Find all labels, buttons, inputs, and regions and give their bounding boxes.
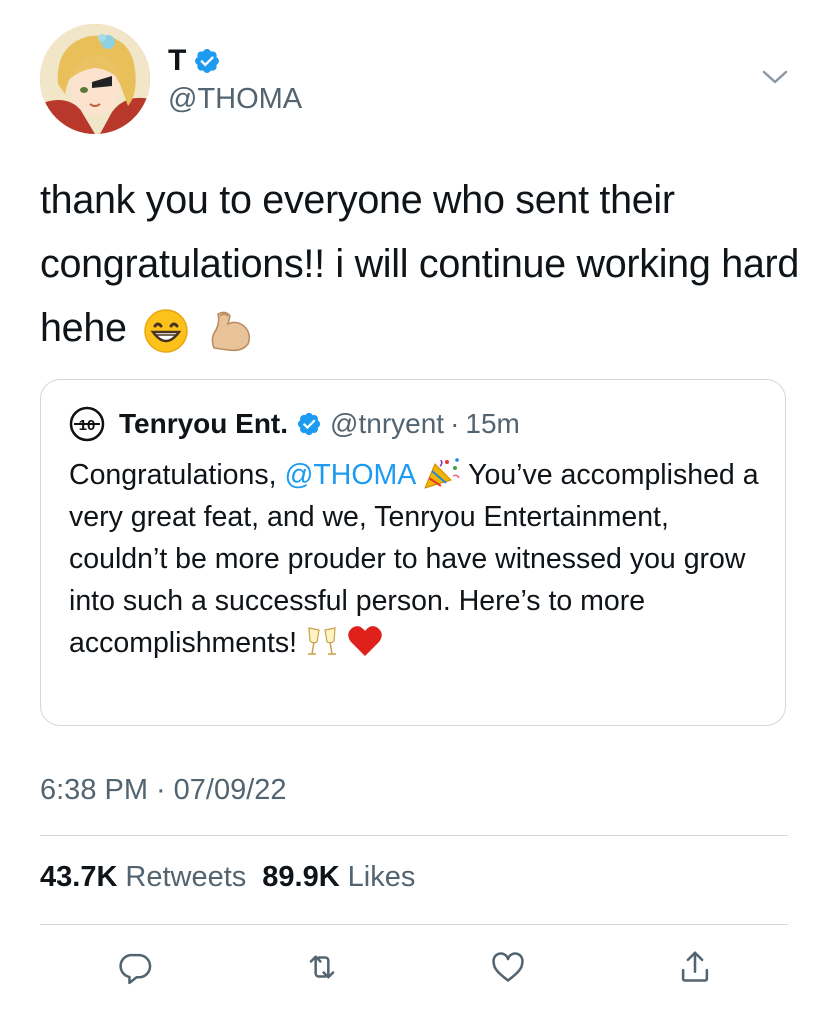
likes-label: Likes — [347, 861, 416, 893]
tweet-text: thank you to everyone who sent their con… — [40, 168, 800, 360]
retweet-icon — [309, 955, 335, 979]
chevron-down-icon[interactable] — [762, 68, 788, 86]
tweet-date: 07/09/22 — [173, 774, 287, 806]
avatar[interactable] — [40, 24, 150, 134]
retweets-stat[interactable]: 43.7K Retweets — [40, 861, 262, 893]
reply-icon — [119, 953, 152, 985]
author-handle[interactable]: @THOMA — [168, 83, 302, 116]
flexed-biceps-emoji — [211, 311, 251, 351]
tweet-timestamp: 6:38 PM · 07/09/22 — [40, 774, 287, 807]
party-popper-emoji — [423, 458, 460, 489]
anime-character-avatar — [40, 24, 150, 134]
quoted-handle[interactable]: @tnryent — [330, 408, 444, 440]
share-button[interactable] — [673, 945, 717, 989]
quoted-tweet-card[interactable]: 10 Tenryou Ent. @tnryent · 15m Congratul… — [40, 379, 786, 726]
like-button[interactable] — [486, 945, 530, 989]
timestamp-separator: · — [156, 774, 166, 806]
svg-text:10: 10 — [79, 417, 96, 434]
verified-badge-icon — [297, 412, 321, 436]
clinking-glasses-emoji — [308, 627, 337, 655]
verified-badge-icon — [194, 49, 219, 73]
quoted-tweet-text: Congratulations, @THOMA You’ve accomplis… — [69, 454, 769, 664]
quoted-separator: · — [450, 408, 460, 439]
like-icon — [492, 952, 524, 982]
quoted-display-name[interactable]: Tenryou Ent. — [119, 408, 288, 440]
divider — [40, 924, 788, 925]
tenryou-10-logo: 10 — [69, 406, 105, 442]
retweet-button[interactable] — [300, 945, 344, 989]
grinning-face-emoji — [144, 308, 189, 353]
quoted-time: 15m — [465, 408, 520, 439]
author-display-name[interactable]: T — [168, 44, 187, 78]
red-heart-emoji — [348, 626, 382, 656]
retweets-label: Retweets — [125, 861, 247, 893]
quoted-text-part1: Congratulations, — [69, 459, 285, 491]
likes-count: 89.9K — [262, 861, 340, 893]
retweets-count: 43.7K — [40, 861, 118, 893]
share-icon — [681, 951, 709, 982]
mention-link[interactable]: @THOMA — [284, 459, 414, 491]
author-name-row[interactable]: T — [168, 44, 221, 78]
tweet-time: 6:38 PM — [40, 774, 148, 806]
tweet-stats: 43.7K Retweets 89.9K Likes — [40, 861, 431, 894]
divider — [40, 835, 788, 836]
quoted-tweet-header: 10 Tenryou Ent. @tnryent · 15m — [69, 406, 520, 442]
reply-button[interactable] — [113, 945, 157, 989]
likes-stat[interactable]: 89.9K Likes — [262, 861, 431, 893]
